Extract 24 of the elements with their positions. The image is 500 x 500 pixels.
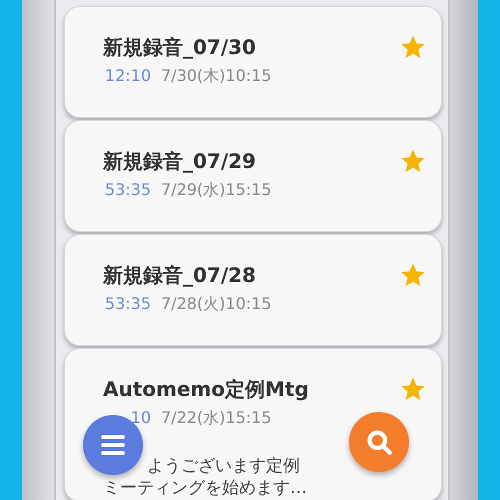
search-icon	[368, 430, 392, 455]
recording-title: 新規録音_07/29	[103, 148, 256, 174]
recording-card[interactable]: 新規録音_07/30 12:10 7/30(木)10:15	[64, 6, 442, 118]
recording-duration: 53:35	[104, 294, 151, 315]
star-icon[interactable]	[399, 375, 427, 403]
recording-title: Automemo定例Mtg	[103, 376, 309, 402]
recording-card[interactable]: Automemo定例Mtg 10 7/22(水)15:15 ようございます定例 ミーティングを始めます…	[64, 348, 442, 500]
star-icon[interactable]	[399, 33, 427, 61]
recording-duration: 10	[130, 408, 151, 429]
recording-card[interactable]: 新規録音_07/28 53:35 7/28(火)10:15	[64, 234, 442, 346]
recording-date: 7/29(水)15:15	[161, 180, 272, 201]
recording-duration: 12:10	[104, 66, 151, 87]
menu-icon	[101, 435, 125, 455]
star-icon[interactable]	[399, 261, 427, 289]
recording-title: 新規録音_07/28	[103, 262, 256, 288]
transcript-preview: ようございます定例	[147, 455, 300, 477]
recording-title: 新規録音_07/30	[103, 34, 256, 60]
recording-duration: 53:35	[104, 180, 151, 201]
recording-date: 7/30(木)10:15	[161, 66, 272, 87]
recording-date: 7/22(水)15:15	[161, 408, 272, 429]
recording-date: 7/28(火)10:15	[161, 294, 272, 315]
recording-card[interactable]: 新規録音_07/29 53:35 7/29(水)15:15	[64, 120, 442, 232]
star-icon[interactable]	[399, 147, 427, 175]
transcript-preview: ミーティングを始めます…	[103, 477, 307, 499]
